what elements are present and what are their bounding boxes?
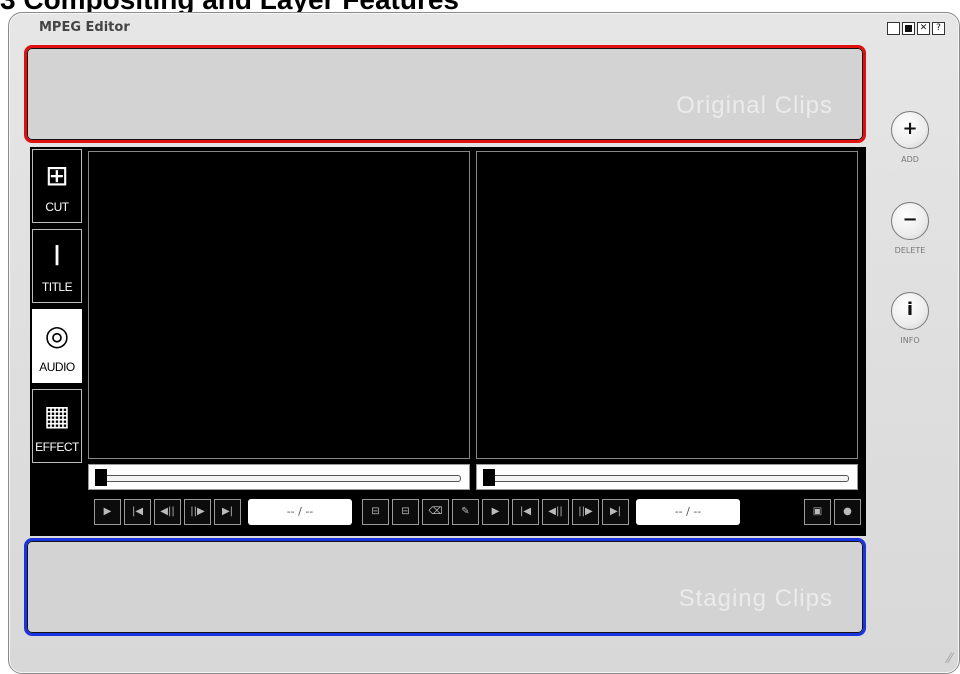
seek-thumb[interactable] bbox=[95, 469, 107, 486]
delete-button[interactable]: − bbox=[891, 202, 929, 240]
play-button[interactable]: ▶ bbox=[94, 499, 121, 525]
add-button[interactable]: + bbox=[891, 111, 929, 149]
record-icon[interactable]: ● bbox=[834, 499, 861, 525]
seek-track bbox=[97, 475, 461, 482]
window-title: MPEG Editor bbox=[39, 20, 130, 35]
output-seekbar[interactable] bbox=[476, 464, 858, 490]
tool-title-label: TITLE bbox=[41, 280, 73, 294]
step-forward-button[interactable]: ||▶ bbox=[184, 499, 211, 525]
delete-label: DELETE bbox=[894, 246, 926, 255]
output-time-display: -- / -- bbox=[636, 499, 740, 525]
info-label: INFO bbox=[900, 336, 920, 345]
staging-clips-panel[interactable]: Staging Clips bbox=[24, 538, 866, 636]
window-controls: ✕ ? bbox=[887, 22, 945, 35]
step-back-button[interactable]: ◀|| bbox=[154, 499, 181, 525]
help-button[interactable]: ? bbox=[932, 22, 945, 35]
tool-cut-button[interactable]: ⊞ CUT bbox=[32, 149, 82, 223]
text-title-icon: I bbox=[52, 239, 62, 272]
snapshot-icon[interactable]: ▣ bbox=[804, 499, 831, 525]
tool-effect-label: EFFECT bbox=[35, 440, 79, 454]
pen-icon[interactable]: ✎ bbox=[452, 499, 479, 525]
add-label: ADD bbox=[901, 155, 919, 164]
go-start-button[interactable]: |◀ bbox=[512, 499, 539, 525]
go-end-button[interactable]: ▶| bbox=[214, 499, 241, 525]
step-back-button[interactable]: ◀|| bbox=[542, 499, 569, 525]
seek-thumb[interactable] bbox=[483, 469, 495, 486]
effect-grid-icon: ▦ bbox=[43, 399, 71, 432]
output-preview[interactable] bbox=[476, 151, 858, 459]
close-button[interactable]: ✕ bbox=[917, 22, 930, 35]
audio-disc-icon: ◎ bbox=[44, 319, 70, 352]
source-seekbar[interactable] bbox=[88, 464, 470, 490]
work-area: ⊞ CUT I TITLE ◎ AUDIO ▦ EFFECT ▶ |◀ ◀|| … bbox=[30, 147, 866, 536]
title-bar[interactable]: MPEG Editor ✕ ? bbox=[9, 13, 959, 47]
tool-audio-button[interactable]: ◎ AUDIO bbox=[32, 309, 82, 383]
source-time-display: -- / -- bbox=[248, 499, 352, 525]
source-preview[interactable] bbox=[88, 151, 470, 459]
eraser-icon[interactable]: ⌫ bbox=[422, 499, 449, 525]
mark-in-icon[interactable]: ⊟ bbox=[362, 499, 389, 525]
step-forward-button[interactable]: ||▶ bbox=[572, 499, 599, 525]
mark-out-icon[interactable]: ⊟ bbox=[392, 499, 419, 525]
go-end-button[interactable]: ▶| bbox=[602, 499, 629, 525]
tool-cut-label: CUT bbox=[45, 200, 69, 214]
resize-grip-icon[interactable]: ⁄⁄ bbox=[947, 651, 952, 667]
staging-clips-label: Staging Clips bbox=[678, 585, 833, 612]
maximize-button[interactable] bbox=[902, 22, 915, 35]
tool-title-button[interactable]: I TITLE bbox=[32, 229, 82, 303]
film-cut-icon: ⊞ bbox=[45, 159, 69, 192]
original-clips-panel[interactable]: Original Clips bbox=[24, 45, 866, 143]
info-button[interactable]: i bbox=[891, 292, 929, 330]
original-clips-label: Original Clips bbox=[676, 92, 833, 119]
tool-effect-button[interactable]: ▦ EFFECT bbox=[32, 389, 82, 463]
seek-track bbox=[485, 475, 849, 482]
tool-audio-label: AUDIO bbox=[39, 360, 75, 374]
minimize-button[interactable] bbox=[887, 22, 900, 35]
go-start-button[interactable]: |◀ bbox=[124, 499, 151, 525]
play-button[interactable]: ▶ bbox=[482, 499, 509, 525]
